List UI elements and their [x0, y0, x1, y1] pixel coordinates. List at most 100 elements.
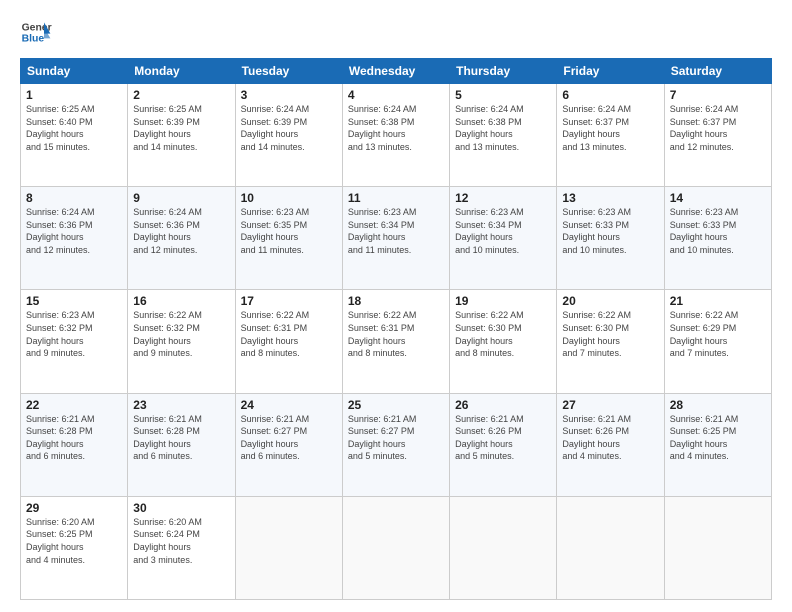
day-number: 11: [348, 191, 444, 205]
calendar-cell: 19 Sunrise: 6:22 AMSunset: 6:30 PMDaylig…: [450, 290, 557, 393]
day-number: 23: [133, 398, 229, 412]
day-number: 5: [455, 88, 551, 102]
day-info: Sunrise: 6:21 AMSunset: 6:26 PMDaylight …: [562, 414, 631, 462]
calendar-cell: 1 Sunrise: 6:25 AMSunset: 6:40 PMDayligh…: [21, 84, 128, 187]
day-info: Sunrise: 6:25 AMSunset: 6:40 PMDaylight …: [26, 104, 95, 152]
calendar-cell: 12 Sunrise: 6:23 AMSunset: 6:34 PMDaylig…: [450, 187, 557, 290]
day-number: 24: [241, 398, 337, 412]
day-info: Sunrise: 6:24 AMSunset: 6:36 PMDaylight …: [26, 207, 95, 255]
calendar-cell: 11 Sunrise: 6:23 AMSunset: 6:34 PMDaylig…: [342, 187, 449, 290]
day-number: 25: [348, 398, 444, 412]
calendar-cell: 3 Sunrise: 6:24 AMSunset: 6:39 PMDayligh…: [235, 84, 342, 187]
weekday-header-tuesday: Tuesday: [235, 59, 342, 84]
calendar-cell: 9 Sunrise: 6:24 AMSunset: 6:36 PMDayligh…: [128, 187, 235, 290]
day-number: 6: [562, 88, 658, 102]
day-info: Sunrise: 6:20 AMSunset: 6:24 PMDaylight …: [133, 517, 202, 565]
calendar-cell: 14 Sunrise: 6:23 AMSunset: 6:33 PMDaylig…: [664, 187, 771, 290]
calendar-cell: 10 Sunrise: 6:23 AMSunset: 6:35 PMDaylig…: [235, 187, 342, 290]
day-info: Sunrise: 6:24 AMSunset: 6:37 PMDaylight …: [670, 104, 739, 152]
day-number: 18: [348, 294, 444, 308]
calendar-cell: 18 Sunrise: 6:22 AMSunset: 6:31 PMDaylig…: [342, 290, 449, 393]
day-info: Sunrise: 6:22 AMSunset: 6:31 PMDaylight …: [348, 310, 417, 358]
calendar-cell: 24 Sunrise: 6:21 AMSunset: 6:27 PMDaylig…: [235, 393, 342, 496]
day-info: Sunrise: 6:21 AMSunset: 6:27 PMDaylight …: [348, 414, 417, 462]
day-info: Sunrise: 6:21 AMSunset: 6:26 PMDaylight …: [455, 414, 524, 462]
day-number: 29: [26, 501, 122, 515]
calendar-cell: 16 Sunrise: 6:22 AMSunset: 6:32 PMDaylig…: [128, 290, 235, 393]
day-info: Sunrise: 6:22 AMSunset: 6:30 PMDaylight …: [455, 310, 524, 358]
weekday-header-thursday: Thursday: [450, 59, 557, 84]
day-info: Sunrise: 6:23 AMSunset: 6:34 PMDaylight …: [455, 207, 524, 255]
calendar-cell: 15 Sunrise: 6:23 AMSunset: 6:32 PMDaylig…: [21, 290, 128, 393]
day-info: Sunrise: 6:24 AMSunset: 6:36 PMDaylight …: [133, 207, 202, 255]
calendar-cell: 23 Sunrise: 6:21 AMSunset: 6:28 PMDaylig…: [128, 393, 235, 496]
day-number: 13: [562, 191, 658, 205]
day-info: Sunrise: 6:20 AMSunset: 6:25 PMDaylight …: [26, 517, 95, 565]
day-info: Sunrise: 6:23 AMSunset: 6:34 PMDaylight …: [348, 207, 417, 255]
day-number: 9: [133, 191, 229, 205]
calendar-cell: 7 Sunrise: 6:24 AMSunset: 6:37 PMDayligh…: [664, 84, 771, 187]
day-info: Sunrise: 6:21 AMSunset: 6:25 PMDaylight …: [670, 414, 739, 462]
calendar-cell: [450, 496, 557, 599]
calendar-cell: 28 Sunrise: 6:21 AMSunset: 6:25 PMDaylig…: [664, 393, 771, 496]
day-number: 7: [670, 88, 766, 102]
calendar-cell: 30 Sunrise: 6:20 AMSunset: 6:24 PMDaylig…: [128, 496, 235, 599]
day-number: 30: [133, 501, 229, 515]
day-number: 2: [133, 88, 229, 102]
day-info: Sunrise: 6:23 AMSunset: 6:35 PMDaylight …: [241, 207, 310, 255]
calendar-cell: 20 Sunrise: 6:22 AMSunset: 6:30 PMDaylig…: [557, 290, 664, 393]
day-number: 3: [241, 88, 337, 102]
day-number: 21: [670, 294, 766, 308]
day-number: 12: [455, 191, 551, 205]
day-info: Sunrise: 6:21 AMSunset: 6:27 PMDaylight …: [241, 414, 310, 462]
calendar-cell: 21 Sunrise: 6:22 AMSunset: 6:29 PMDaylig…: [664, 290, 771, 393]
day-number: 14: [670, 191, 766, 205]
day-number: 22: [26, 398, 122, 412]
day-info: Sunrise: 6:23 AMSunset: 6:32 PMDaylight …: [26, 310, 95, 358]
logo-icon: General Blue: [20, 16, 52, 48]
day-number: 27: [562, 398, 658, 412]
day-info: Sunrise: 6:22 AMSunset: 6:29 PMDaylight …: [670, 310, 739, 358]
day-number: 4: [348, 88, 444, 102]
calendar-cell: 8 Sunrise: 6:24 AMSunset: 6:36 PMDayligh…: [21, 187, 128, 290]
calendar-cell: 29 Sunrise: 6:20 AMSunset: 6:25 PMDaylig…: [21, 496, 128, 599]
calendar-table: SundayMondayTuesdayWednesdayThursdayFrid…: [20, 58, 772, 600]
day-info: Sunrise: 6:22 AMSunset: 6:32 PMDaylight …: [133, 310, 202, 358]
day-number: 26: [455, 398, 551, 412]
day-number: 16: [133, 294, 229, 308]
calendar-cell: [342, 496, 449, 599]
logo: General Blue: [20, 16, 52, 48]
calendar-cell: [557, 496, 664, 599]
day-number: 17: [241, 294, 337, 308]
day-number: 1: [26, 88, 122, 102]
day-info: Sunrise: 6:24 AMSunset: 6:37 PMDaylight …: [562, 104, 631, 152]
calendar-cell: 26 Sunrise: 6:21 AMSunset: 6:26 PMDaylig…: [450, 393, 557, 496]
calendar-cell: 5 Sunrise: 6:24 AMSunset: 6:38 PMDayligh…: [450, 84, 557, 187]
calendar-cell: [664, 496, 771, 599]
day-info: Sunrise: 6:24 AMSunset: 6:38 PMDaylight …: [455, 104, 524, 152]
day-number: 19: [455, 294, 551, 308]
day-info: Sunrise: 6:25 AMSunset: 6:39 PMDaylight …: [133, 104, 202, 152]
svg-text:Blue: Blue: [22, 34, 45, 45]
weekday-header-saturday: Saturday: [664, 59, 771, 84]
weekday-header-friday: Friday: [557, 59, 664, 84]
day-info: Sunrise: 6:22 AMSunset: 6:31 PMDaylight …: [241, 310, 310, 358]
weekday-header-monday: Monday: [128, 59, 235, 84]
calendar-cell: [235, 496, 342, 599]
day-info: Sunrise: 6:23 AMSunset: 6:33 PMDaylight …: [670, 207, 739, 255]
calendar-cell: 22 Sunrise: 6:21 AMSunset: 6:28 PMDaylig…: [21, 393, 128, 496]
calendar-cell: 17 Sunrise: 6:22 AMSunset: 6:31 PMDaylig…: [235, 290, 342, 393]
day-info: Sunrise: 6:23 AMSunset: 6:33 PMDaylight …: [562, 207, 631, 255]
day-number: 10: [241, 191, 337, 205]
calendar-cell: 25 Sunrise: 6:21 AMSunset: 6:27 PMDaylig…: [342, 393, 449, 496]
calendar-cell: 2 Sunrise: 6:25 AMSunset: 6:39 PMDayligh…: [128, 84, 235, 187]
weekday-header-wednesday: Wednesday: [342, 59, 449, 84]
day-info: Sunrise: 6:22 AMSunset: 6:30 PMDaylight …: [562, 310, 631, 358]
day-info: Sunrise: 6:24 AMSunset: 6:39 PMDaylight …: [241, 104, 310, 152]
calendar-cell: 27 Sunrise: 6:21 AMSunset: 6:26 PMDaylig…: [557, 393, 664, 496]
calendar-cell: 13 Sunrise: 6:23 AMSunset: 6:33 PMDaylig…: [557, 187, 664, 290]
page: General Blue SundayMondayTuesdayWednesda…: [0, 0, 792, 612]
header: General Blue: [20, 16, 772, 48]
calendar-cell: 4 Sunrise: 6:24 AMSunset: 6:38 PMDayligh…: [342, 84, 449, 187]
day-info: Sunrise: 6:21 AMSunset: 6:28 PMDaylight …: [26, 414, 95, 462]
